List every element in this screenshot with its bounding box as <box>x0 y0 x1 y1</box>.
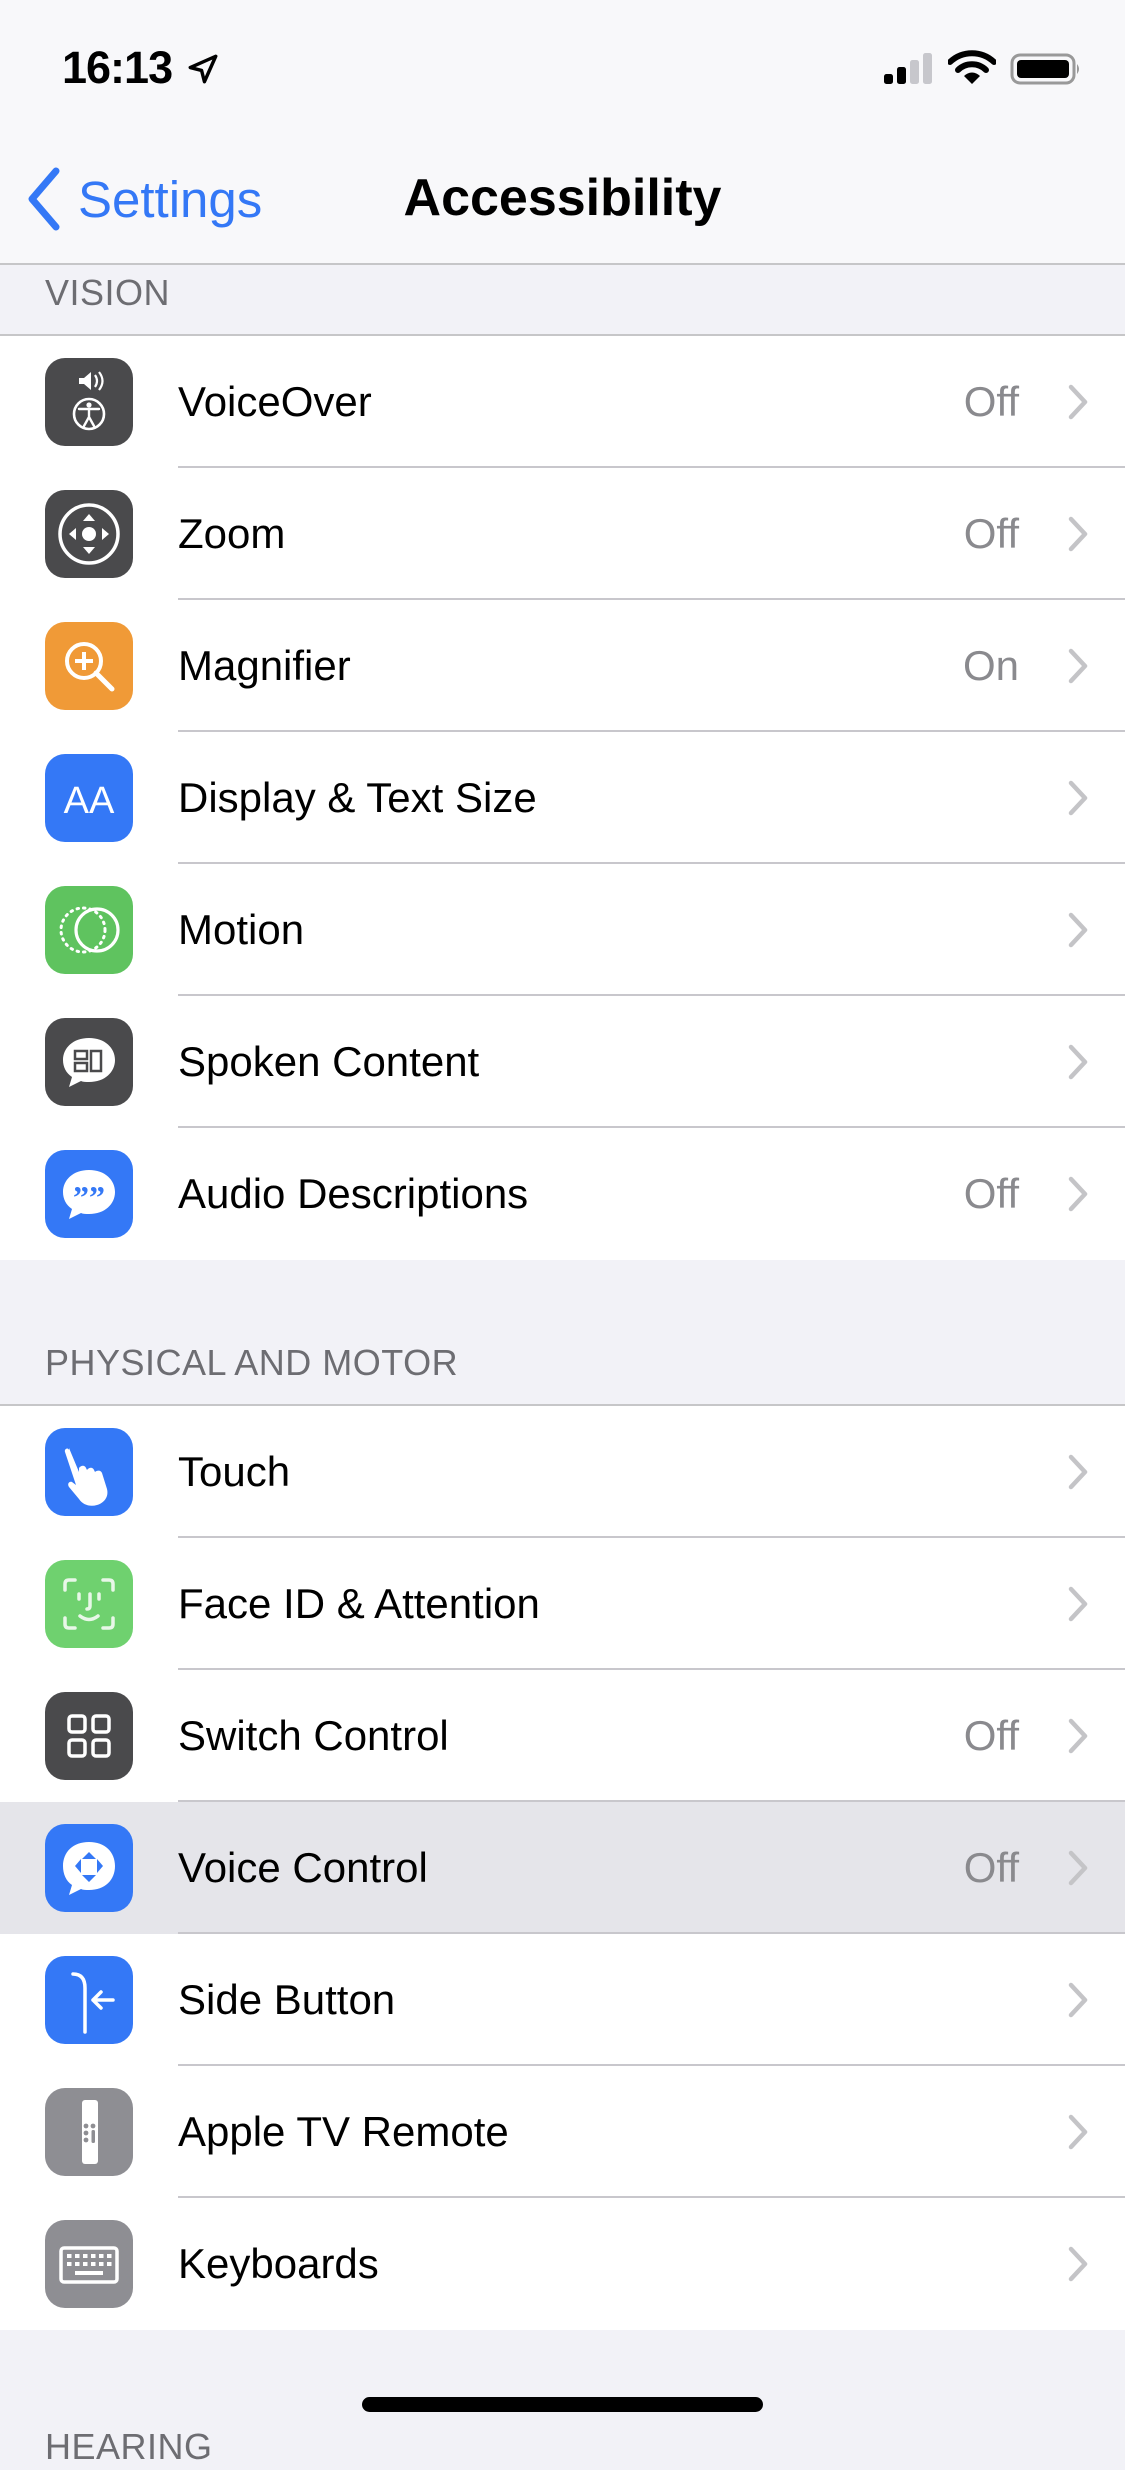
list-item-label: VoiceOver <box>178 378 372 425</box>
section-vision: VoiceOver Off Zoom Off Magnifier On AA Display … <box>0 334 1125 1262</box>
audio-descriptions-icon: ”” <box>45 1150 133 1238</box>
chevron-right-icon <box>1068 780 1088 816</box>
chevron-right-icon <box>1068 1586 1088 1622</box>
list-item-value: Off <box>963 510 1019 557</box>
location-arrow-icon <box>188 54 218 84</box>
list-item-label: Zoom <box>178 510 286 557</box>
spoken-content-icon <box>45 1018 133 1106</box>
list-item-voice-control[interactable]: Voice Control Off <box>0 1802 1125 1934</box>
keyboard-icon <box>45 2220 133 2308</box>
list-item-label: Side Button <box>178 1976 396 2023</box>
list-item-label: Display & Text Size <box>178 774 537 821</box>
wifi-icon <box>948 50 996 84</box>
navigation-bar: Settings Accessibility <box>0 132 1125 265</box>
chevron-right-icon <box>1068 648 1088 684</box>
chevron-right-icon <box>1068 1176 1088 1212</box>
list-item-label: Face ID & Attention <box>178 1580 540 1627</box>
chevron-right-icon <box>1068 1044 1088 1080</box>
list-item-keyboards[interactable]: Keyboards <box>0 2198 1125 2330</box>
list-item-value: Off <box>963 1844 1019 1891</box>
chevron-right-icon <box>1068 912 1088 948</box>
signal-bar <box>923 53 932 84</box>
list-item-label: Audio Descriptions <box>178 1170 529 1217</box>
list-item-label: Voice Control <box>178 1844 428 1891</box>
list-item-magnifier[interactable]: Magnifier On <box>0 600 1125 732</box>
touch-hand-icon <box>45 1428 133 1516</box>
list-item-label: Spoken Content <box>178 1038 480 1085</box>
text-size-icon: AA <box>45 754 133 842</box>
list-item-label: Switch Control <box>178 1712 449 1759</box>
chevron-right-icon <box>1068 2246 1088 2282</box>
page-title: Accessibility <box>403 169 722 227</box>
list-item-label: Apple TV Remote <box>178 2108 509 2155</box>
voice-control-icon <box>45 1824 133 1912</box>
list-item-label: Magnifier <box>178 642 351 689</box>
battery-icon <box>1010 53 1079 85</box>
chevron-right-icon <box>1068 516 1088 552</box>
section-header-label: PHYSICAL AND MOTOR <box>45 1342 459 1383</box>
list-item-value: Off <box>963 1170 1019 1217</box>
list-item-face-id-and-attention[interactable]: Face ID & Attention <box>0 1538 1125 1670</box>
section-header-label: VISION <box>45 272 171 313</box>
chevron-right-icon <box>1068 1982 1088 2018</box>
list-item-value: Off <box>963 1712 1019 1759</box>
list-item-label: Motion <box>178 906 305 953</box>
status-bar: 16:13 <box>0 0 1125 132</box>
chevron-right-icon <box>1068 1850 1088 1886</box>
signal-bar <box>910 60 919 84</box>
list-item-zoom[interactable]: Zoom Off <box>0 468 1125 600</box>
magnifier-icon <box>45 622 133 710</box>
list-item-side-button[interactable]: Side Button <box>0 1934 1125 2066</box>
list-item-label: Keyboards <box>178 2240 379 2287</box>
section-header-physical-and-motor: PHYSICAL AND MOTOR <box>0 1260 1125 1406</box>
section-header-label: HEARING <box>45 2426 213 2467</box>
voiceover-icon <box>45 358 133 446</box>
signal-strength-icon <box>884 53 932 84</box>
status-time: 16:13 <box>62 42 173 93</box>
svg-text:AA: AA <box>64 780 115 822</box>
list-item-display-and-text-size[interactable]: AA Display & Text Size <box>0 732 1125 864</box>
list-item-motion[interactable]: Motion <box>0 864 1125 996</box>
section-physical-and-motor: Touch Face ID & Attention Switch Control Of… <box>0 1404 1125 2332</box>
list-item-value: On <box>962 642 1019 689</box>
chevron-right-icon <box>1068 1718 1088 1754</box>
apple-tv-remote-icon <box>45 2088 133 2176</box>
signal-bar <box>897 67 906 84</box>
list-item-audio-descriptions[interactable]: ”” Audio Descriptions Off <box>0 1128 1125 1260</box>
home-indicator[interactable] <box>362 2397 763 2412</box>
list-item-value: Off <box>963 378 1019 425</box>
list-item-voiceover[interactable]: VoiceOver Off <box>0 336 1125 468</box>
switch-control-icon <box>45 1692 133 1780</box>
chevron-right-icon <box>1068 384 1088 420</box>
signal-bar <box>884 74 893 84</box>
list-item-label: Touch <box>178 1448 291 1495</box>
zoom-icon <box>45 490 133 578</box>
list-item-apple-tv-remote[interactable]: Apple TV Remote <box>0 2066 1125 2198</box>
side-button-icon <box>45 1956 133 2044</box>
section-header-vision: VISION <box>0 265 1125 336</box>
motion-icon <box>45 886 133 974</box>
list-item-touch[interactable]: Touch <box>0 1406 1125 1538</box>
list-item-spoken-content[interactable]: Spoken Content <box>0 996 1125 1128</box>
chevron-right-icon <box>1068 2114 1088 2150</box>
face-id-icon <box>45 1560 133 1648</box>
list-item-switch-control[interactable]: Switch Control Off <box>0 1670 1125 1802</box>
chevron-right-icon <box>1068 1454 1088 1490</box>
svg-text:””: ”” <box>73 1179 105 1215</box>
